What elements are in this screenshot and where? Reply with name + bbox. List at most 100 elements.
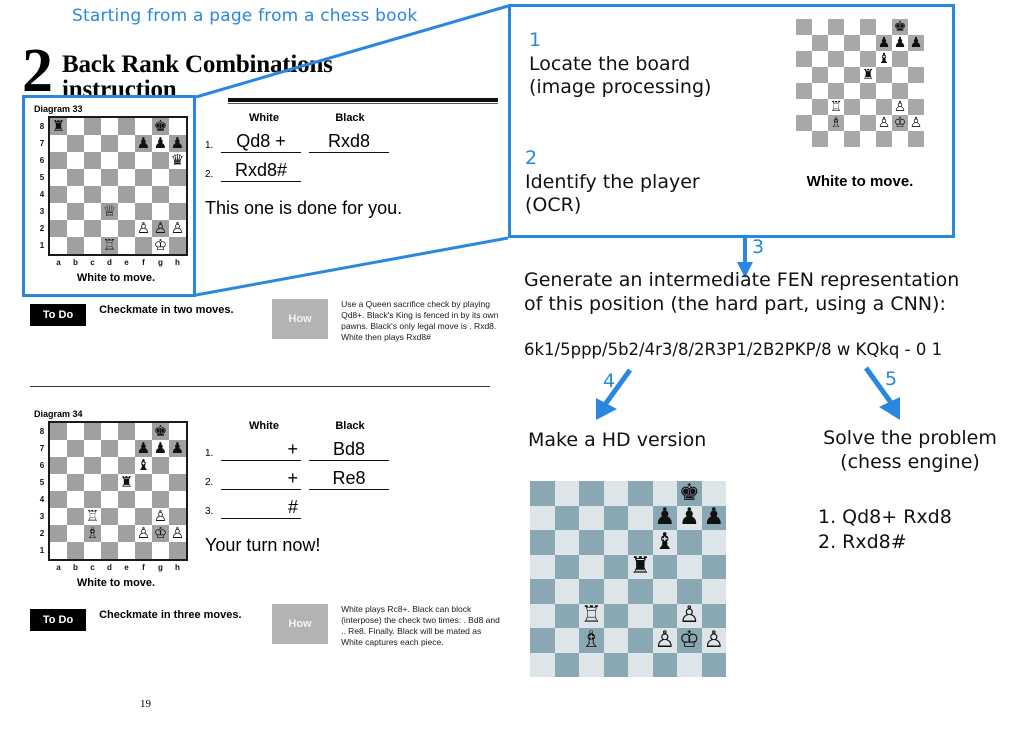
board-square-e2	[860, 115, 876, 131]
section-divider	[30, 386, 490, 387]
move-table-header: White Black	[205, 112, 402, 124]
board-square-h6	[908, 51, 924, 67]
move-black: Rxd8	[309, 131, 389, 153]
board-square-h8	[701, 481, 726, 506]
board-square-e6	[628, 530, 653, 555]
diagram-33-move-table: White Black 1. Qd8 + Rxd8 2. Rxd8# This …	[205, 112, 402, 219]
solution-line-2: 2. Rxd8#	[818, 531, 907, 553]
board-square-c6	[84, 457, 101, 474]
board-square-e7	[118, 440, 135, 457]
piece-white-pawn-h2: ♙	[909, 115, 923, 131]
board-square-g5	[152, 474, 169, 491]
move-number: 2.	[205, 477, 214, 488]
piece-black-pawn-h7: ♟	[909, 35, 923, 51]
step-5-number: 5	[885, 368, 898, 390]
board-square-c6	[579, 530, 604, 555]
move-white: Rxd8#	[221, 160, 301, 182]
board-square-e6	[118, 457, 135, 474]
piece-black-pawn-g7: ♟	[893, 35, 907, 51]
board-square-a5	[530, 554, 555, 579]
piece-white-pawn-g3: ♙	[678, 602, 700, 629]
column-header-white: White	[249, 420, 279, 432]
board-square-c2: ♗	[828, 115, 844, 131]
board-square-b6	[67, 457, 84, 474]
board-square-d8	[844, 19, 860, 35]
piece-black-rook-e5: ♜	[861, 67, 875, 83]
board-square-b6	[812, 51, 828, 67]
board-square-c3: ♖	[579, 603, 604, 628]
board-square-b5	[812, 67, 828, 83]
file-label-d: d	[107, 563, 112, 572]
board-square-g4	[892, 83, 908, 99]
board-square-e8	[860, 19, 876, 35]
board-square-a3	[796, 99, 812, 115]
board-square-e3	[118, 508, 135, 525]
board-square-g8: ♚	[892, 19, 908, 35]
board-square-d4	[101, 491, 118, 508]
engine-solution: 1. Qd8+ Rxd8 2. Rxd8#	[818, 505, 952, 555]
move-white: +	[221, 439, 301, 461]
board-square-g7: ♟	[892, 35, 908, 51]
step-1-number: 1	[529, 29, 542, 51]
board-square-f8	[135, 423, 152, 440]
todo-text: Checkmate in two moves.	[99, 304, 234, 316]
step-4-number: 4	[603, 370, 616, 392]
diagram-34-note: Your turn now!	[205, 535, 321, 555]
rank-label-6: 6	[39, 461, 45, 470]
todo-row-1: To Do Checkmate in two moves.	[30, 303, 234, 326]
move-row: 1. + Bd8	[205, 439, 393, 461]
rank-label-7: 7	[39, 444, 45, 453]
how-badge: How	[272, 299, 328, 339]
board-square-c2: ♗	[84, 525, 101, 542]
chapter-number: 2	[22, 37, 53, 105]
board-square-e1	[860, 131, 876, 147]
column-header-black: Black	[335, 112, 365, 124]
piece-black-pawn-f7: ♟	[877, 35, 891, 51]
board-square-b6	[554, 530, 579, 555]
move-number: 3.	[205, 506, 214, 517]
board-square-h7: ♟	[169, 440, 186, 457]
board-square-e7	[860, 35, 876, 51]
board-square-b4	[812, 83, 828, 99]
board-square-c7	[84, 440, 101, 457]
board-square-h1	[701, 652, 726, 677]
board-square-f8	[652, 481, 677, 506]
piece-white-rook-c3: ♖	[829, 99, 843, 115]
move-row: 2. Rxd8#	[205, 160, 402, 182]
board-square-b2	[812, 115, 828, 131]
pipeline-callout-box: 1 Locate the board (image processing) 2 …	[508, 4, 955, 238]
piece-black-pawn-h7: ♟	[170, 439, 185, 457]
board-square-c8	[84, 423, 101, 440]
how-row-2: How White plays Rc8+. Black can block (i…	[272, 604, 501, 648]
piece-black-rook-e5: ♜	[119, 473, 134, 491]
board-square-c4	[828, 83, 844, 99]
board-square-c1	[84, 542, 101, 559]
step-3-line1: Generate an intermediate FEN representat…	[524, 269, 960, 291]
board-square-e8	[118, 423, 135, 440]
board-square-g3: ♙	[152, 508, 169, 525]
board-square-g6	[152, 457, 169, 474]
board-square-f7: ♟	[876, 35, 892, 51]
step-3-number: 3	[752, 236, 765, 258]
board-square-d8	[603, 481, 628, 506]
piece-black-pawn-f7: ♟	[654, 504, 676, 531]
board-square-b7	[554, 505, 579, 530]
step-1-line2: (image processing)	[529, 76, 712, 98]
move-row: 1. Qd8 + Rxd8	[205, 131, 402, 153]
board-square-d8	[101, 423, 118, 440]
board-square-b1	[812, 131, 828, 147]
board-square-c3: ♖	[828, 99, 844, 115]
board-square-g3: ♙	[892, 99, 908, 115]
diagram-34-to-move: White to move.	[76, 577, 156, 589]
board-square-d7	[603, 505, 628, 530]
board-square-b8	[554, 481, 579, 506]
board-square-a2	[530, 628, 555, 653]
rank-label-4: 4	[39, 495, 45, 504]
board-square-h2: ♙	[169, 525, 186, 542]
board-square-d4	[603, 579, 628, 604]
step-2: 2 Identify the player (OCR)	[525, 147, 700, 217]
hd-board-wrap: ♚ ♟ ♟ ♟ ♝ ♜ ♖ ♙ ♗ ♙ ♔ ♙	[530, 481, 726, 677]
board-square-e8	[628, 481, 653, 506]
step-1: 1 Locate the board (image processing)	[529, 29, 711, 99]
fen-string: 6k1/5ppp/5b2/4r3/8/2R3P1/2B2PKP/8 w KQkq…	[524, 340, 943, 359]
